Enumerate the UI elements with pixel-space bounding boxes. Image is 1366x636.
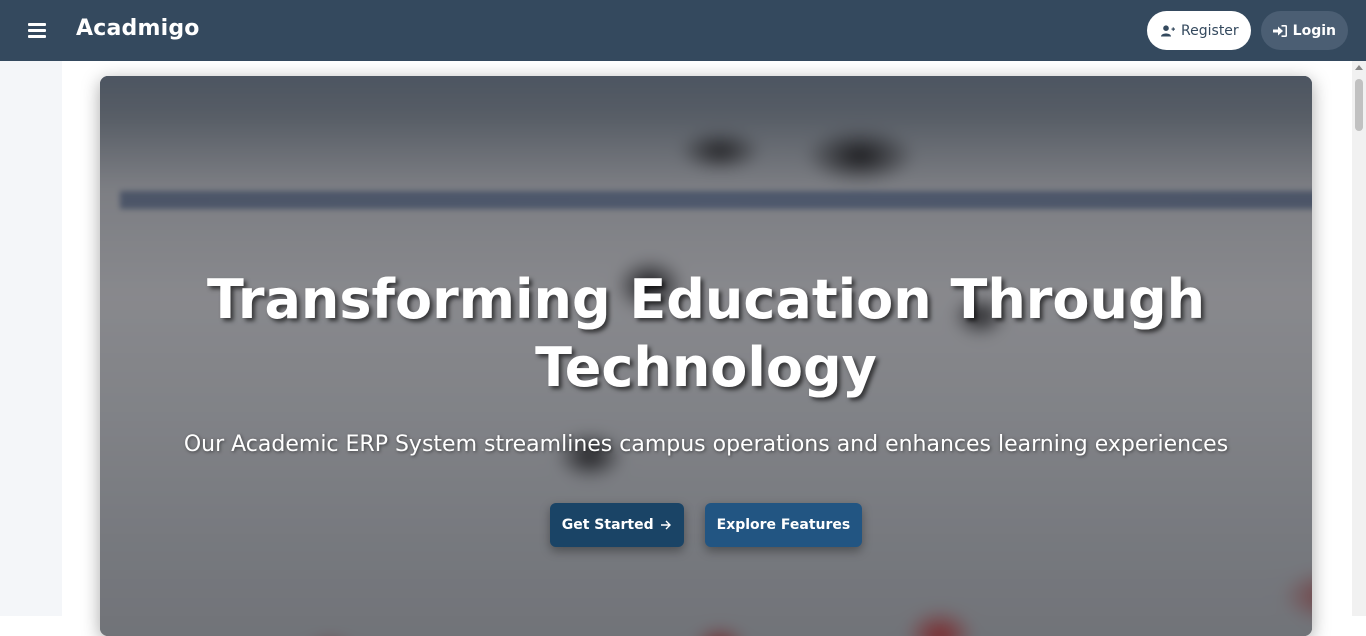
nav-actions: Register Login (1147, 11, 1348, 50)
hero-title-line-2: Technology (535, 336, 877, 399)
hero-title: Transforming Education Through Technolog… (100, 266, 1312, 402)
page-scrollbar[interactable] (1352, 61, 1366, 616)
scroll-up-arrow-icon[interactable] (1355, 65, 1363, 70)
get-started-button[interactable]: Get Started (549, 503, 684, 547)
hero-subtitle: Our Academic ERP System streamlines camp… (183, 432, 1229, 457)
get-started-label: Get Started (561, 517, 654, 533)
register-button[interactable]: Register (1147, 11, 1251, 50)
login-label: Login (1292, 22, 1336, 39)
user-plus-icon (1161, 24, 1176, 37)
register-label: Register (1181, 22, 1239, 39)
hamburger-menu-icon[interactable] (28, 21, 48, 39)
hero-buttons: Get Started Explore Features (100, 503, 1312, 547)
hero-title-line-1: Transforming Education Through (206, 268, 1206, 331)
hero-section: Transforming Education Through Technolog… (100, 76, 1312, 636)
explore-features-button[interactable]: Explore Features (704, 503, 863, 547)
login-button[interactable]: Login (1260, 11, 1348, 50)
explore-features-label: Explore Features (716, 517, 851, 533)
scroll-thumb[interactable] (1355, 79, 1363, 131)
brand-name[interactable]: Acadmigo (76, 16, 200, 41)
top-navbar: Acadmigo Register Login (0, 0, 1366, 61)
sign-in-icon (1272, 24, 1287, 37)
arrow-right-icon (660, 519, 672, 531)
